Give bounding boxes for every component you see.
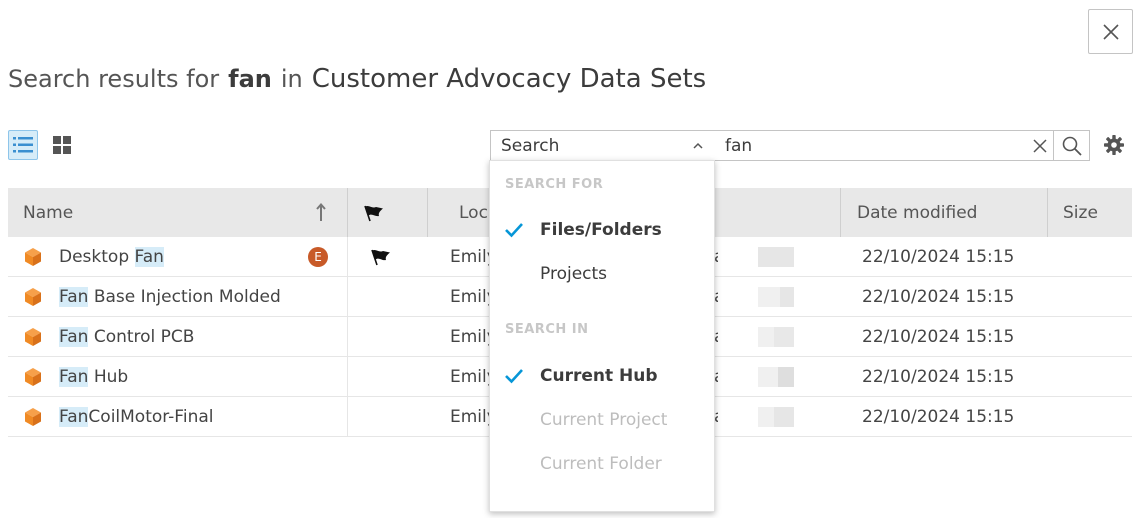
row-name-cell[interactable]: FanCoilMotor-Final: [23, 397, 214, 437]
row-name-match: Fan: [59, 407, 89, 427]
row-date-cell: 22/10/2024 15:15: [862, 407, 1015, 427]
search-for-header: SEARCH FOR: [505, 177, 604, 192]
file-3d-icon: [25, 368, 41, 386]
row-name-cell[interactable]: Desktop Fan: [23, 237, 164, 277]
clear-search-button[interactable]: [1030, 136, 1050, 156]
check-icon: [505, 223, 523, 238]
column-header-updated-by[interactable]: r: [708, 188, 838, 237]
row-name-match: Fan: [134, 247, 164, 267]
chevron-up-icon: [693, 142, 703, 149]
column-divider: [347, 317, 348, 357]
row-name-label: FanCoilMotor-Final: [59, 407, 214, 427]
row-name-match: Fan: [59, 327, 89, 347]
row-name-prefix: Desktop: [59, 247, 135, 267]
heading-hub-name: Customer Advocacy Data Sets: [311, 64, 707, 94]
search-results-heading: Search results for fan in Customer Advoc…: [8, 64, 706, 100]
option-files-folders[interactable]: Files/Folders: [490, 212, 714, 248]
row-name-cell[interactable]: Fan Base Injection Molded: [23, 277, 281, 317]
flag-icon: [371, 249, 390, 266]
heading-prefix: Search results for: [8, 65, 220, 93]
redacted-block: [718, 247, 795, 267]
search-input[interactable]: [715, 130, 1054, 161]
row-name-label: Fan Base Injection Molded: [59, 287, 281, 307]
clear-icon: [1033, 139, 1047, 153]
heading-query: fan: [228, 65, 272, 93]
grid-view-button[interactable]: [47, 130, 77, 160]
heading-in: in: [280, 65, 303, 93]
option-projects[interactable]: Projects: [490, 256, 714, 292]
row-updated-by-cell: a: [714, 277, 795, 317]
settings-button[interactable]: [1102, 133, 1126, 157]
row-updated-by-cell: a: [714, 317, 795, 357]
column-header-date-modified[interactable]: Date modified: [840, 188, 1047, 237]
sort-arrow-icon: [316, 203, 326, 221]
flag-icon: [364, 205, 383, 221]
column-divider: [347, 237, 348, 277]
gear-icon: [1104, 135, 1124, 155]
redacted-block: [718, 407, 795, 427]
row-date-cell: 22/10/2024 15:15: [862, 327, 1015, 347]
grid-view-icon: [53, 136, 71, 154]
search-icon: [1062, 136, 1082, 156]
check-icon: [505, 369, 523, 384]
row-name-cell[interactable]: Fan Hub: [23, 357, 128, 397]
redacted-block: [718, 367, 795, 387]
column-header-size[interactable]: Size: [1047, 188, 1132, 237]
row-date-cell: 22/10/2024 15:15: [862, 367, 1015, 387]
owner-badge: E: [308, 247, 328, 267]
row-name-match: Fan: [59, 367, 89, 387]
row-name-label: Fan Control PCB: [59, 327, 194, 347]
option-current-hub[interactable]: Current Hub: [490, 358, 714, 394]
row-flag-cell[interactable]: [370, 237, 392, 277]
search-scope-dropdown: SEARCH FOR Files/Folders Projects SEARCH…: [489, 160, 715, 512]
file-3d-icon: [25, 288, 41, 306]
row-name-label: Desktop Fan: [59, 247, 164, 267]
file-3d-icon: [25, 328, 41, 346]
column-divider: [347, 277, 348, 317]
close-icon: [1102, 23, 1119, 40]
search-in-header: SEARCH IN: [505, 322, 589, 337]
redacted-block: [718, 327, 795, 347]
option-current-project[interactable]: Current Project: [490, 402, 714, 438]
column-header-name[interactable]: Name: [23, 188, 326, 237]
redacted-block: [718, 287, 795, 307]
column-header-flag[interactable]: [347, 188, 427, 237]
close-button[interactable]: [1088, 9, 1133, 54]
search-button[interactable]: [1053, 130, 1090, 161]
row-name-suffix: CoilMotor-Final: [88, 407, 214, 427]
owner-badge-cell: E: [308, 237, 328, 277]
row-name-label: Fan Hub: [59, 367, 128, 387]
row-date-cell: 22/10/2024 15:15: [862, 247, 1015, 267]
row-name-cell[interactable]: Fan Control PCB: [23, 317, 194, 357]
column-divider: [347, 397, 348, 437]
row-updated-by-cell: a: [714, 397, 795, 437]
search-scope-label: Search: [501, 135, 560, 156]
row-name-suffix: Hub: [88, 367, 129, 387]
row-name-match: Fan: [59, 287, 89, 307]
list-view-button[interactable]: [8, 130, 38, 160]
search-scope-select[interactable]: Search: [490, 130, 716, 161]
row-date-cell: 22/10/2024 15:15: [862, 287, 1015, 307]
row-updated-by-cell: a: [714, 357, 795, 397]
column-divider: [347, 357, 348, 397]
row-name-suffix: Base Injection Molded: [88, 287, 281, 307]
list-view-icon: [13, 137, 33, 153]
option-current-folder[interactable]: Current Folder: [490, 446, 714, 482]
row-updated-by-cell: a: [714, 237, 795, 277]
file-3d-icon: [25, 408, 41, 426]
file-3d-icon: [25, 248, 41, 266]
row-name-suffix: Control PCB: [88, 327, 195, 347]
